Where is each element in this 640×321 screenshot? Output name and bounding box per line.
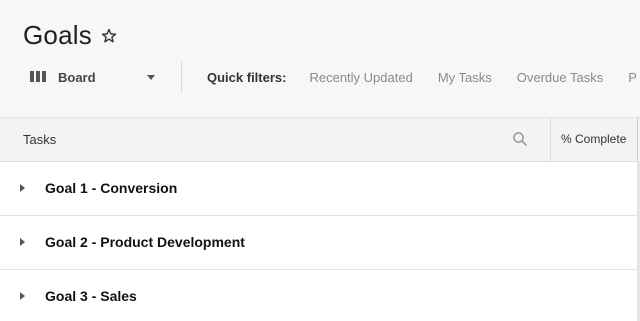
title-row: Goals: [23, 20, 117, 51]
table-header: Tasks % Complete: [0, 117, 640, 162]
filter-overdue-tasks[interactable]: Overdue Tasks: [517, 70, 603, 85]
filter-my-tasks[interactable]: My Tasks: [438, 70, 492, 85]
toolbar: Board Quick filters: Recently Updated My…: [30, 61, 640, 93]
view-label: Board: [58, 69, 96, 85]
caret-right-icon[interactable]: [20, 292, 25, 300]
caret-right-icon[interactable]: [20, 184, 25, 192]
filter-truncated[interactable]: P: [628, 70, 637, 85]
board-icon: [30, 71, 46, 83]
toolbar-divider: [181, 61, 182, 93]
table-row[interactable]: Goal 2 - Product Development: [0, 216, 640, 270]
column-divider: [550, 118, 551, 162]
filter-recently-updated[interactable]: Recently Updated: [309, 70, 412, 85]
row-label: Goal 3 - Sales: [45, 288, 137, 304]
search-icon[interactable]: [512, 131, 528, 147]
column-header-tasks[interactable]: Tasks: [23, 132, 56, 147]
star-icon[interactable]: [101, 28, 117, 44]
column-header-percent-complete[interactable]: % Complete: [561, 132, 626, 146]
table-row[interactable]: Goal 3 - Sales: [0, 270, 640, 321]
table-row[interactable]: Goal 1 - Conversion: [0, 162, 640, 216]
column-resize-handle[interactable]: [637, 118, 638, 162]
row-label: Goal 2 - Product Development: [45, 234, 245, 250]
chevron-down-icon: [147, 74, 155, 80]
quick-filters-label: Quick filters:: [207, 69, 287, 85]
page-title: Goals: [23, 20, 92, 50]
row-label: Goal 1 - Conversion: [45, 180, 178, 196]
view-selector[interactable]: Board: [30, 70, 157, 85]
page-header: Goals Board Quick filters: Recently Upda…: [0, 0, 640, 118]
caret-right-icon[interactable]: [20, 238, 25, 246]
